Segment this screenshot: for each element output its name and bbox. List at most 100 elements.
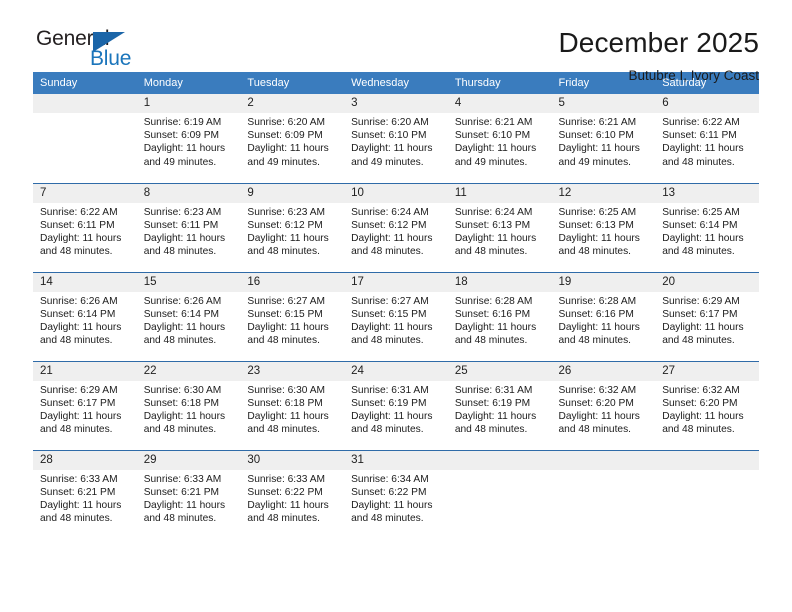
sunrise-text: Sunrise: 6:31 AM [454, 384, 533, 396]
day-cell[interactable] [447, 449, 552, 539]
day-cell[interactable]: 15 Sunrise: 6:26 AM Sunset: 6:14 PM Dayl… [136, 271, 241, 361]
daylight-text-line2: and 48 minutes. [454, 246, 528, 258]
day-cell[interactable]: 4 Sunrise: 6:21 AM Sunset: 6:10 PM Dayli… [447, 94, 552, 183]
sunset-text: Sunset: 6:18 PM [143, 397, 220, 409]
daylight-text-line1: Daylight: 11 hours [454, 410, 537, 422]
calendar-page: General Blue December 2025 Butubre I, Iv… [0, 0, 792, 612]
day-cell[interactable]: 3 Sunrise: 6:20 AM Sunset: 6:10 PM Dayli… [344, 94, 448, 183]
day-cell[interactable]: 6 Sunrise: 6:22 AM Sunset: 6:11 PM Dayli… [655, 94, 759, 183]
day-cell[interactable] [655, 449, 759, 539]
daylight-text-line1: Daylight: 11 hours [351, 143, 433, 155]
weekday-header-wednesday: Wednesday [344, 72, 448, 94]
day-cell[interactable]: 30 Sunrise: 6:33 AM Sunset: 6:22 PM Dayl… [240, 449, 345, 539]
day-details: Sunrise: 6:30 AM Sunset: 6:18 PM Dayligh… [137, 381, 241, 437]
logo-text-blue: Blue [90, 47, 132, 70]
day-cell[interactable]: 5 Sunrise: 6:21 AM Sunset: 6:10 PM Dayli… [551, 94, 656, 183]
daylight-text-line2: and 49 minutes. [558, 156, 632, 168]
sunrise-text: Sunrise: 6:33 AM [247, 473, 325, 485]
daylight-text-line1: Daylight: 11 hours [454, 232, 537, 244]
page-title: December 2025 [558, 27, 759, 58]
daylight-text-line1: Daylight: 11 hours [558, 143, 640, 155]
day-number: 18 [447, 272, 552, 292]
day-number: 13 [655, 183, 759, 203]
sunrise-text: Sunrise: 6:31 AM [351, 384, 429, 396]
day-details: Sunrise: 6:32 AM Sunset: 6:20 PM Dayligh… [552, 381, 656, 437]
day-number: 16 [240, 272, 345, 292]
sunrise-text: Sunrise: 6:23 AM [143, 206, 222, 218]
day-cell[interactable]: 13 Sunrise: 6:25 AM Sunset: 6:14 PM Dayl… [655, 182, 759, 272]
sunrise-text: Sunrise: 6:19 AM [143, 117, 222, 128]
day-cell[interactable]: 2 Sunrise: 6:20 AM Sunset: 6:09 PM Dayli… [240, 94, 345, 183]
sunset-text: Sunset: 6:16 PM [454, 308, 531, 320]
day-cell[interactable]: 8 Sunrise: 6:23 AM Sunset: 6:11 PM Dayli… [136, 182, 241, 272]
day-cell[interactable]: 21 Sunrise: 6:29 AM Sunset: 6:17 PM Dayl… [33, 360, 137, 450]
sunset-text: Sunset: 6:12 PM [247, 219, 323, 231]
day-cell[interactable]: 12 Sunrise: 6:25 AM Sunset: 6:13 PM Dayl… [551, 182, 656, 272]
daylight-text-line2: and 48 minutes. [247, 335, 320, 347]
day-details: Sunrise: 6:28 AM Sunset: 6:16 PM Dayligh… [448, 292, 552, 348]
sunrise-text: Sunrise: 6:28 AM [454, 295, 533, 307]
day-details: Sunrise: 6:33 AM Sunset: 6:22 PM Dayligh… [240, 470, 344, 526]
sunset-text: Sunset: 6:19 PM [454, 397, 531, 409]
sunset-text: Sunset: 6:10 PM [558, 130, 634, 142]
day-cell[interactable]: 19 Sunrise: 6:28 AM Sunset: 6:16 PM Dayl… [551, 271, 656, 361]
day-number [655, 450, 759, 470]
day-number: 22 [136, 361, 241, 381]
daylight-text-line2: and 48 minutes. [351, 335, 424, 347]
sunrise-text: Sunrise: 6:25 AM [558, 206, 637, 218]
day-cell[interactable]: 28 Sunrise: 6:33 AM Sunset: 6:21 PM Dayl… [33, 449, 137, 539]
day-cell[interactable]: 14 Sunrise: 6:26 AM Sunset: 6:14 PM Dayl… [33, 271, 137, 361]
day-cell[interactable] [33, 94, 137, 183]
day-cell[interactable]: 24 Sunrise: 6:31 AM Sunset: 6:19 PM Dayl… [344, 360, 448, 450]
daylight-text-line2: and 48 minutes. [662, 424, 735, 436]
day-cell[interactable]: 25 Sunrise: 6:31 AM Sunset: 6:19 PM Dayl… [447, 360, 552, 450]
day-cell[interactable]: 16 Sunrise: 6:27 AM Sunset: 6:15 PM Dayl… [240, 271, 345, 361]
day-number: 14 [33, 272, 137, 292]
daylight-text-line1: Daylight: 11 hours [351, 499, 433, 511]
day-details: Sunrise: 6:26 AM Sunset: 6:14 PM Dayligh… [33, 292, 137, 348]
daylight-text-line1: Daylight: 11 hours [662, 321, 744, 333]
day-number: 12 [551, 183, 656, 203]
day-details: Sunrise: 6:33 AM Sunset: 6:21 PM Dayligh… [137, 470, 241, 526]
sunset-text: Sunset: 6:22 PM [247, 486, 323, 498]
day-cell[interactable]: 7 Sunrise: 6:22 AM Sunset: 6:11 PM Dayli… [33, 182, 137, 272]
day-details: Sunrise: 6:22 AM Sunset: 6:11 PM Dayligh… [655, 113, 759, 169]
daylight-text-line1: Daylight: 11 hours [143, 143, 226, 155]
day-cell[interactable]: 22 Sunrise: 6:30 AM Sunset: 6:18 PM Dayl… [136, 360, 241, 450]
sunrise-text: Sunrise: 6:27 AM [247, 295, 325, 307]
sunrise-text: Sunrise: 6:21 AM [454, 117, 533, 128]
day-cell[interactable]: 10 Sunrise: 6:24 AM Sunset: 6:12 PM Dayl… [344, 182, 448, 272]
sunset-text: Sunset: 6:20 PM [662, 397, 738, 409]
day-cell[interactable]: 27 Sunrise: 6:32 AM Sunset: 6:20 PM Dayl… [655, 360, 759, 450]
day-cell[interactable] [551, 449, 656, 539]
day-cell[interactable]: 31 Sunrise: 6:34 AM Sunset: 6:22 PM Dayl… [344, 449, 448, 539]
general-blue-logo[interactable]: General Blue [33, 26, 163, 78]
day-cell[interactable]: 29 Sunrise: 6:33 AM Sunset: 6:21 PM Dayl… [136, 449, 241, 539]
day-cell[interactable]: 11 Sunrise: 6:24 AM Sunset: 6:13 PM Dayl… [447, 182, 552, 272]
weekday-header-thursday: Thursday [447, 72, 552, 94]
day-details: Sunrise: 6:34 AM Sunset: 6:22 PM Dayligh… [344, 470, 448, 526]
day-cell[interactable]: 18 Sunrise: 6:28 AM Sunset: 6:16 PM Dayl… [447, 271, 552, 361]
daylight-text-line2: and 48 minutes. [558, 335, 632, 347]
day-cell[interactable]: 9 Sunrise: 6:23 AM Sunset: 6:12 PM Dayli… [240, 182, 345, 272]
daylight-text-line1: Daylight: 11 hours [662, 232, 744, 244]
week-row: 7 Sunrise: 6:22 AM Sunset: 6:11 PM Dayli… [33, 182, 759, 272]
daylight-text-line2: and 49 minutes. [143, 156, 217, 168]
daylight-text-line2: and 48 minutes. [662, 246, 735, 258]
sunset-text: Sunset: 6:15 PM [247, 308, 323, 320]
day-cell[interactable]: 23 Sunrise: 6:30 AM Sunset: 6:18 PM Dayl… [240, 360, 345, 450]
day-cell[interactable]: 1 Sunrise: 6:19 AM Sunset: 6:09 PM Dayli… [136, 94, 241, 183]
day-details: Sunrise: 6:24 AM Sunset: 6:13 PM Dayligh… [448, 203, 552, 259]
sunset-text: Sunset: 6:11 PM [40, 219, 115, 231]
daylight-text-line1: Daylight: 11 hours [247, 143, 329, 155]
sunset-text: Sunset: 6:17 PM [662, 308, 738, 320]
day-cell[interactable]: 20 Sunrise: 6:29 AM Sunset: 6:17 PM Dayl… [655, 271, 759, 361]
day-cell[interactable]: 26 Sunrise: 6:32 AM Sunset: 6:20 PM Dayl… [551, 360, 656, 450]
day-cell[interactable]: 17 Sunrise: 6:27 AM Sunset: 6:15 PM Dayl… [344, 271, 448, 361]
daylight-text-line2: and 48 minutes. [454, 424, 528, 436]
daylight-text-line2: and 49 minutes. [454, 156, 528, 168]
week-row: 21 Sunrise: 6:29 AM Sunset: 6:17 PM Dayl… [33, 360, 759, 450]
day-number: 10 [344, 183, 448, 203]
day-number: 24 [344, 361, 448, 381]
day-number: 9 [240, 183, 345, 203]
